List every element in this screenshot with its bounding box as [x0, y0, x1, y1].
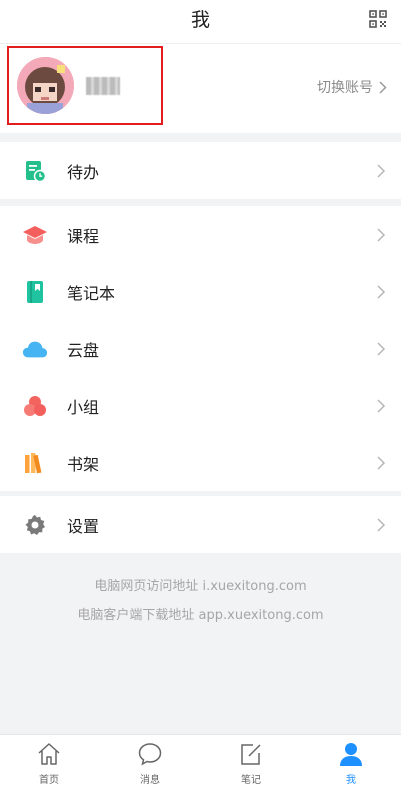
- group-icon: [22, 393, 48, 419]
- menu-item-courses[interactable]: 课程: [0, 206, 401, 263]
- menu-label-group: 小组: [67, 397, 100, 417]
- menu-label-settings: 设置: [67, 516, 100, 536]
- switch-account-button[interactable]: 切换账号: [317, 77, 387, 97]
- note-icon: [241, 744, 261, 765]
- menu-item-group[interactable]: 小组: [0, 377, 401, 434]
- menu-item-bookshelf[interactable]: 书架: [0, 434, 401, 491]
- menu-item-cloud[interactable]: 云盘: [0, 320, 401, 377]
- top-bar: 我: [0, 0, 401, 44]
- tab-me[interactable]: 我: [321, 741, 381, 786]
- tab-label-home: 首页: [39, 775, 59, 786]
- message-icon: [138, 743, 162, 766]
- chevron-right-icon: [377, 163, 386, 178]
- tab-label-notes: 笔记: [241, 775, 261, 786]
- home-icon: [38, 743, 60, 765]
- cloud-icon: [22, 336, 48, 362]
- tab-messages[interactable]: 消息: [120, 741, 180, 786]
- username-blurred: [86, 77, 120, 95]
- chevron-right-icon: [377, 227, 386, 242]
- web-address-text: 电脑网页访问地址 i.xuexitong.com: [94, 579, 307, 594]
- menu-label-courses: 课程: [67, 226, 100, 246]
- tab-label-me: 我: [346, 775, 356, 786]
- gear-icon: [22, 512, 48, 538]
- notebook-icon: [22, 279, 48, 305]
- menu-label-todo: 待办: [67, 162, 100, 182]
- tab-label-messages: 消息: [140, 775, 160, 786]
- menu-item-settings[interactable]: 设置: [0, 496, 401, 553]
- profile-card[interactable]: 切换账号: [0, 44, 401, 133]
- bottom-tab-bar: 首页 消息 笔记 我: [0, 734, 401, 803]
- chevron-right-icon: [377, 455, 386, 470]
- download-address-text: 电脑客户端下载地址 app.xuexitong.com: [77, 608, 324, 623]
- menu-label-bookshelf: 书架: [67, 454, 100, 474]
- chevron-right-icon: [377, 284, 386, 299]
- menu-item-todo[interactable]: 待办: [0, 142, 401, 199]
- qr-code-icon[interactable]: [369, 10, 387, 28]
- bookshelf-icon: [22, 450, 48, 476]
- menu-label-cloud: 云盘: [67, 340, 100, 360]
- menu-item-notebook[interactable]: 笔记本: [0, 263, 401, 320]
- feature-group: 课程 笔记本 云盘 小组 书架: [0, 206, 401, 491]
- settings-group: 设置: [0, 496, 401, 553]
- page-title: 我: [190, 9, 210, 31]
- chevron-right-icon: [377, 341, 386, 356]
- avatar[interactable]: [17, 57, 74, 114]
- avatar-image: [17, 57, 74, 114]
- chevron-right-icon: [377, 398, 386, 413]
- chevron-right-icon: [379, 80, 387, 94]
- tab-notes[interactable]: 笔记: [221, 741, 281, 786]
- user-icon: [340, 743, 362, 766]
- chevron-right-icon: [377, 517, 386, 532]
- todo-icon: [22, 158, 48, 184]
- todo-group: 待办: [0, 142, 401, 199]
- switch-account-label: 切换账号: [317, 80, 373, 96]
- graduation-cap-icon: [22, 222, 48, 248]
- menu-label-notebook: 笔记本: [67, 283, 116, 303]
- tab-home[interactable]: 首页: [19, 741, 79, 786]
